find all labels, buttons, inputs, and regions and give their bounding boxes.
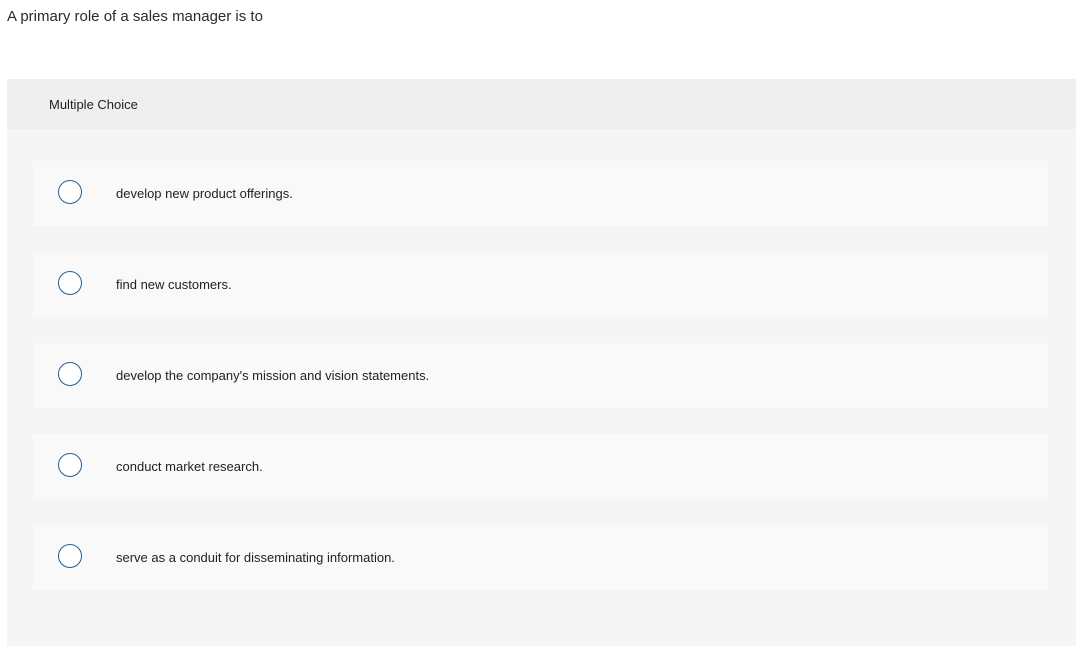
answer-option-5[interactable]: serve as a conduit for disseminating inf…: [33, 525, 1048, 590]
question-type-label: Multiple Choice: [49, 97, 138, 112]
answer-option-label: find new customers.: [116, 277, 232, 292]
answer-option-3[interactable]: develop the company's mission and vision…: [33, 343, 1048, 408]
answer-option-label: develop the company's mission and vision…: [116, 368, 430, 383]
answer-option-label: develop new product offerings.: [116, 186, 293, 201]
answer-option-1[interactable]: develop new product offerings.: [33, 161, 1048, 226]
answer-option-2[interactable]: find new customers.: [33, 252, 1048, 317]
radio-button[interactable]: [58, 453, 82, 477]
radio-button[interactable]: [58, 362, 82, 386]
radio-button[interactable]: [58, 180, 82, 204]
question-text: A primary role of a sales manager is to: [7, 8, 263, 25]
answer-panel: Multiple Choice develop new product offe…: [7, 79, 1076, 646]
radio-button[interactable]: [58, 544, 82, 568]
radio-button[interactable]: [58, 271, 82, 295]
panel-header: Multiple Choice: [7, 79, 1076, 129]
answer-option-label: serve as a conduit for disseminating inf…: [116, 550, 395, 565]
answer-option-4[interactable]: conduct market research.: [33, 434, 1048, 499]
answer-option-label: conduct market research.: [116, 459, 263, 474]
